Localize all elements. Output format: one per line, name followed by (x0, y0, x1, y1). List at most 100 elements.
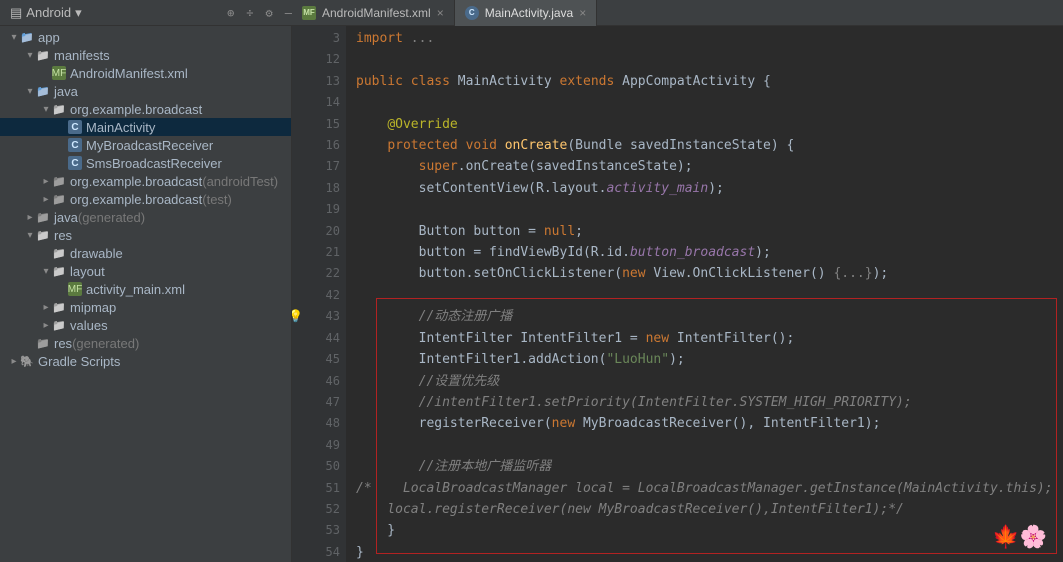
code-line[interactable]: button = findViewById(R.id.button_broadc… (356, 242, 1063, 263)
code-line[interactable]: //intentFilter1.setPriority(IntentFilter… (356, 392, 1063, 413)
tree-item-org-example-broadcast[interactable]: ▾org.example.broadcast (0, 100, 291, 118)
code-line[interactable]: setContentView(R.layout.activity_main); (356, 178, 1063, 199)
tree-label: drawable (70, 246, 123, 261)
tree-label: MyBroadcastReceiver (86, 138, 213, 153)
code-line[interactable]: //注册本地广播监听器 (356, 456, 1063, 477)
minimize-icon[interactable]: — (285, 6, 292, 20)
tree-item-layout[interactable]: ▾layout (0, 262, 291, 280)
code-editor[interactable]: 31213⛔141516o↑1718192021224243💡444546474… (292, 26, 1063, 562)
toolbar: ▤ Android ▾ ⊕ ÷ ⚙ — MF AndroidManifest.x… (0, 0, 1063, 26)
code-line[interactable]: import ... (356, 28, 1063, 49)
tree-item-smsbroadcastreceiver[interactable]: CSmsBroadcastReceiver (0, 154, 291, 172)
tree-label: app (38, 30, 60, 45)
class-icon: C (68, 138, 82, 152)
tree-item-res[interactable]: res (generated) (0, 334, 291, 352)
folder-icon (52, 318, 66, 332)
code-line[interactable]: //设置优先级 (356, 371, 1063, 392)
tree-item-org-example-broadcast[interactable]: ▸org.example.broadcast (androidTest) (0, 172, 291, 190)
expand-arrow[interactable]: ▸ (40, 320, 52, 331)
code-line[interactable] (356, 285, 1063, 306)
code-line[interactable]: public class MainActivity extends AppCom… (356, 71, 1063, 92)
tree-item-androidmanifest-xml[interactable]: MF AndroidManifest.xml (0, 64, 291, 82)
code-line[interactable] (356, 435, 1063, 456)
tree-label: org.example.broadcast (70, 192, 202, 207)
chevron-down-icon: ▾ (75, 5, 82, 21)
folder-icon (36, 84, 50, 98)
line-number: 42 (292, 285, 340, 306)
code-line[interactable]: //动态注册广播 (356, 306, 1063, 327)
tree-item-org-example-broadcast[interactable]: ▸org.example.broadcast (test) (0, 190, 291, 208)
target-icon[interactable]: ⊕ (227, 6, 234, 20)
tree-item-mainactivity[interactable]: CMainActivity (0, 118, 291, 136)
expand-arrow[interactable]: ▸ (40, 302, 52, 313)
code-line[interactable]: Button button = null; (356, 221, 1063, 242)
gradle-icon (20, 354, 34, 368)
folder-icon (36, 210, 50, 224)
tree-label: AndroidManifest.xml (70, 66, 188, 81)
expand-arrow[interactable]: ▾ (8, 32, 20, 43)
tree-item-gradle-scripts[interactable]: ▸Gradle Scripts (0, 352, 291, 370)
tab-mainactivity[interactable]: C MainActivity.java × (455, 0, 598, 26)
expand-arrow[interactable]: ▸ (40, 194, 52, 205)
line-number: 15 (292, 114, 340, 135)
folder-icon (52, 102, 66, 116)
tree-item-mipmap[interactable]: ▸mipmap (0, 298, 291, 316)
code-line[interactable]: } (356, 542, 1063, 562)
code-line[interactable] (356, 199, 1063, 220)
project-tree[interactable]: ▾app▾manifestsMFAndroidManifest.xml▾java… (0, 26, 292, 562)
code-line[interactable]: button.setOnClickListener(new View.OnCli… (356, 263, 1063, 284)
line-number: 18 (292, 178, 340, 199)
tree-item-res[interactable]: ▾ res (0, 226, 291, 244)
line-number: 20 (292, 221, 340, 242)
expand-arrow[interactable]: ▾ (24, 86, 36, 97)
code-line[interactable]: super.onCreate(savedInstanceState); (356, 156, 1063, 177)
code-line[interactable]: protected void onCreate(Bundle savedInst… (356, 135, 1063, 156)
expand-arrow[interactable]: ▾ (40, 266, 52, 277)
code-line[interactable]: @Override (356, 114, 1063, 135)
code-area[interactable]: import ... public class MainActivity ext… (346, 26, 1063, 562)
tree-label: activity_main.xml (86, 282, 185, 297)
tree-item-manifests[interactable]: ▾manifests (0, 46, 291, 64)
code-line[interactable]: } (356, 520, 1063, 541)
project-view-dropdown[interactable]: ▤ Android ▾ (10, 5, 82, 21)
folder-icon (20, 30, 34, 44)
folder-icon (36, 336, 50, 350)
line-number: 14 (292, 92, 340, 113)
line-number: 19 (292, 199, 340, 220)
expand-arrow[interactable]: ▸ (40, 176, 52, 187)
code-line[interactable]: IntentFilter1.addAction("LuoHun"); (356, 349, 1063, 370)
close-icon[interactable]: × (437, 6, 444, 20)
expand-arrow[interactable]: ▸ (8, 356, 20, 367)
tab-label: AndroidManifest.xml (322, 6, 431, 20)
tree-item-drawable[interactable]: drawable (0, 244, 291, 262)
line-number: 54 (292, 542, 340, 562)
tree-item-java[interactable]: ▸java (generated) (0, 208, 291, 226)
code-line[interactable]: IntentFilter IntentFilter1 = new IntentF… (356, 328, 1063, 349)
expand-arrow[interactable]: ▾ (24, 230, 36, 241)
code-line[interactable]: registerReceiver(new MyBroadcastReceiver… (356, 413, 1063, 434)
expand-arrow[interactable]: ▸ (24, 212, 36, 223)
line-number: 49 (292, 435, 340, 456)
expand-arrow[interactable]: ▾ (24, 50, 36, 61)
tree-label: res (54, 228, 72, 243)
tree-item-values[interactable]: ▸values (0, 316, 291, 334)
code-line[interactable]: /* LocalBroadcastManager local = LocalBr… (356, 478, 1063, 499)
code-line[interactable]: local.registerReceiver(new MyBroadcastRe… (356, 499, 1063, 520)
expand-arrow[interactable]: ▾ (40, 104, 52, 115)
lightbulb-icon[interactable]: 💡 (292, 306, 303, 327)
gear-icon[interactable]: ⚙ (266, 6, 273, 20)
code-line[interactable] (356, 49, 1063, 70)
tree-label: SmsBroadcastReceiver (86, 156, 222, 171)
tree-item-app[interactable]: ▾ app (0, 28, 291, 46)
code-line[interactable] (356, 92, 1063, 113)
folder-icon (36, 48, 50, 62)
tree-item-activity-main-xml[interactable]: MFactivity_main.xml (0, 280, 291, 298)
close-icon[interactable]: × (579, 6, 586, 20)
android-icon: ▤ (10, 5, 22, 21)
tree-item-mybroadcastreceiver[interactable]: C MyBroadcastReceiver (0, 136, 291, 154)
folder-icon (36, 228, 50, 242)
xml-icon: MF (52, 66, 66, 80)
divide-icon[interactable]: ÷ (246, 6, 253, 20)
tree-item-java[interactable]: ▾java (0, 82, 291, 100)
tab-androidmanifest[interactable]: MF AndroidManifest.xml × (292, 0, 455, 26)
